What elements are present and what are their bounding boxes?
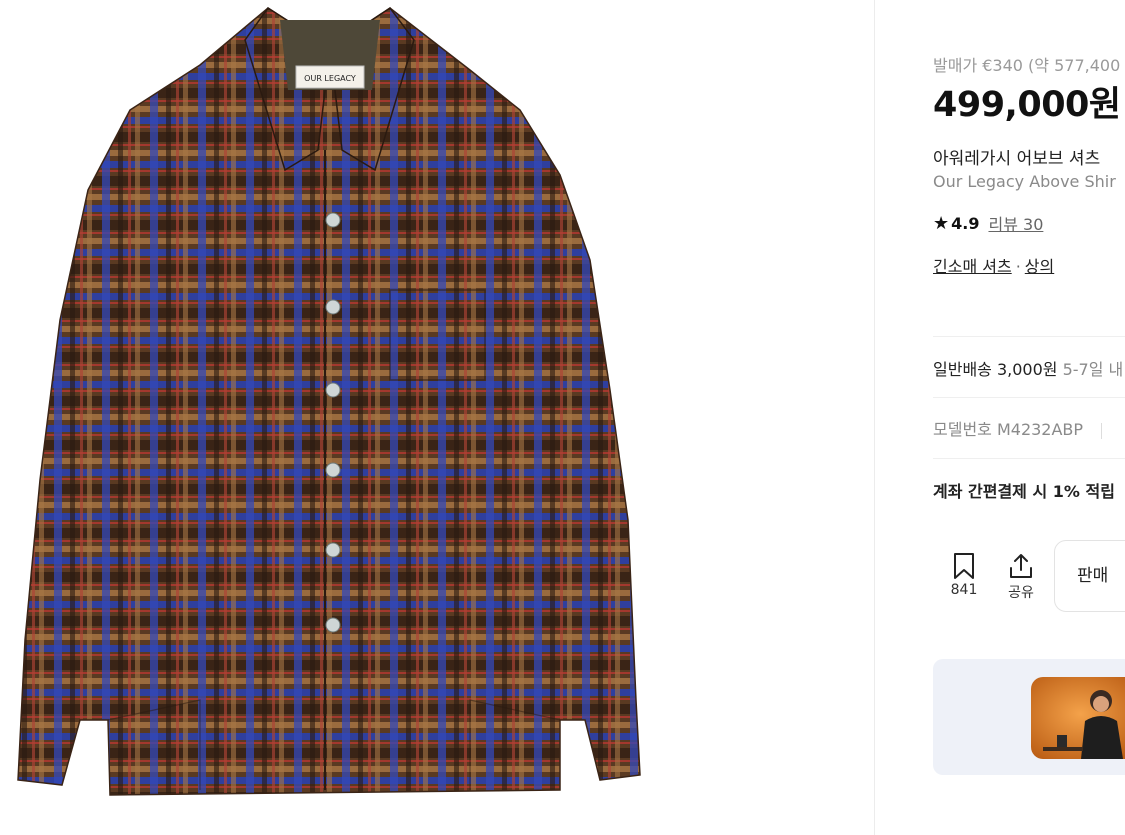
product-name-korean: 아워레가시 어보브 셔츠 bbox=[933, 149, 1101, 169]
shipping-days: 5-7일 내 bbox=[1062, 360, 1124, 379]
product-info-panel: 발매가 €340 (약 577,400 499,000원 아워레가시 어보브 셔… bbox=[875, 0, 1125, 835]
brand-label-text: OUR LEGACY bbox=[304, 74, 356, 83]
category-link-tops[interactable]: 상의 bbox=[1025, 257, 1054, 276]
bookmark-icon bbox=[954, 553, 974, 579]
divider-line bbox=[933, 458, 1125, 459]
review-count-link[interactable]: 리뷰 30 bbox=[988, 211, 1043, 235]
divider-line bbox=[933, 336, 1125, 337]
promo-banner[interactable] bbox=[933, 659, 1125, 775]
model-separator bbox=[1101, 422, 1103, 439]
rating-score: 4.9 bbox=[951, 213, 980, 233]
sell-button[interactable]: 판매 bbox=[1054, 540, 1125, 612]
category-separator: · bbox=[1015, 257, 1021, 276]
release-price: 발매가 €340 (약 577,400 bbox=[933, 56, 1121, 75]
category-breadcrumb: 긴소매 셔츠 · 상의 bbox=[933, 253, 1054, 277]
category-link-long-sleeve-shirts[interactable]: 긴소매 셔츠 bbox=[933, 257, 1012, 276]
star-icon: ★ bbox=[933, 212, 950, 234]
product-image-area: OUR LEGACY bbox=[0, 0, 873, 835]
current-price: 499,000원 bbox=[933, 85, 1121, 125]
shipping-info[interactable]: 일반배송 3,000원 5-7일 내 bbox=[933, 356, 1123, 380]
product-name-english: Our Legacy Above Shir bbox=[933, 172, 1116, 191]
product-image[interactable]: OUR LEGACY bbox=[0, 0, 700, 835]
shipping-fee: 일반배송 3,000원 bbox=[933, 360, 1058, 379]
divider-line bbox=[933, 397, 1125, 398]
rating-row: ★ 4.9 리뷰 30 bbox=[933, 211, 1043, 235]
share-label: 공유 bbox=[1008, 585, 1034, 601]
share-icon bbox=[1010, 554, 1032, 578]
bookmark-count: 841 bbox=[950, 582, 978, 598]
promo-thumbnail-image bbox=[1031, 677, 1125, 759]
model-number-row: 모델번호 M4232ABP bbox=[933, 416, 1103, 440]
payment-benefit[interactable]: 계좌 간편결제 시 1% 적립 bbox=[933, 478, 1115, 502]
model-number: 모델번호 M4232ABP bbox=[933, 420, 1084, 439]
bookmark-button[interactable]: 841 bbox=[942, 552, 986, 598]
share-button[interactable]: 공유 bbox=[999, 552, 1043, 602]
